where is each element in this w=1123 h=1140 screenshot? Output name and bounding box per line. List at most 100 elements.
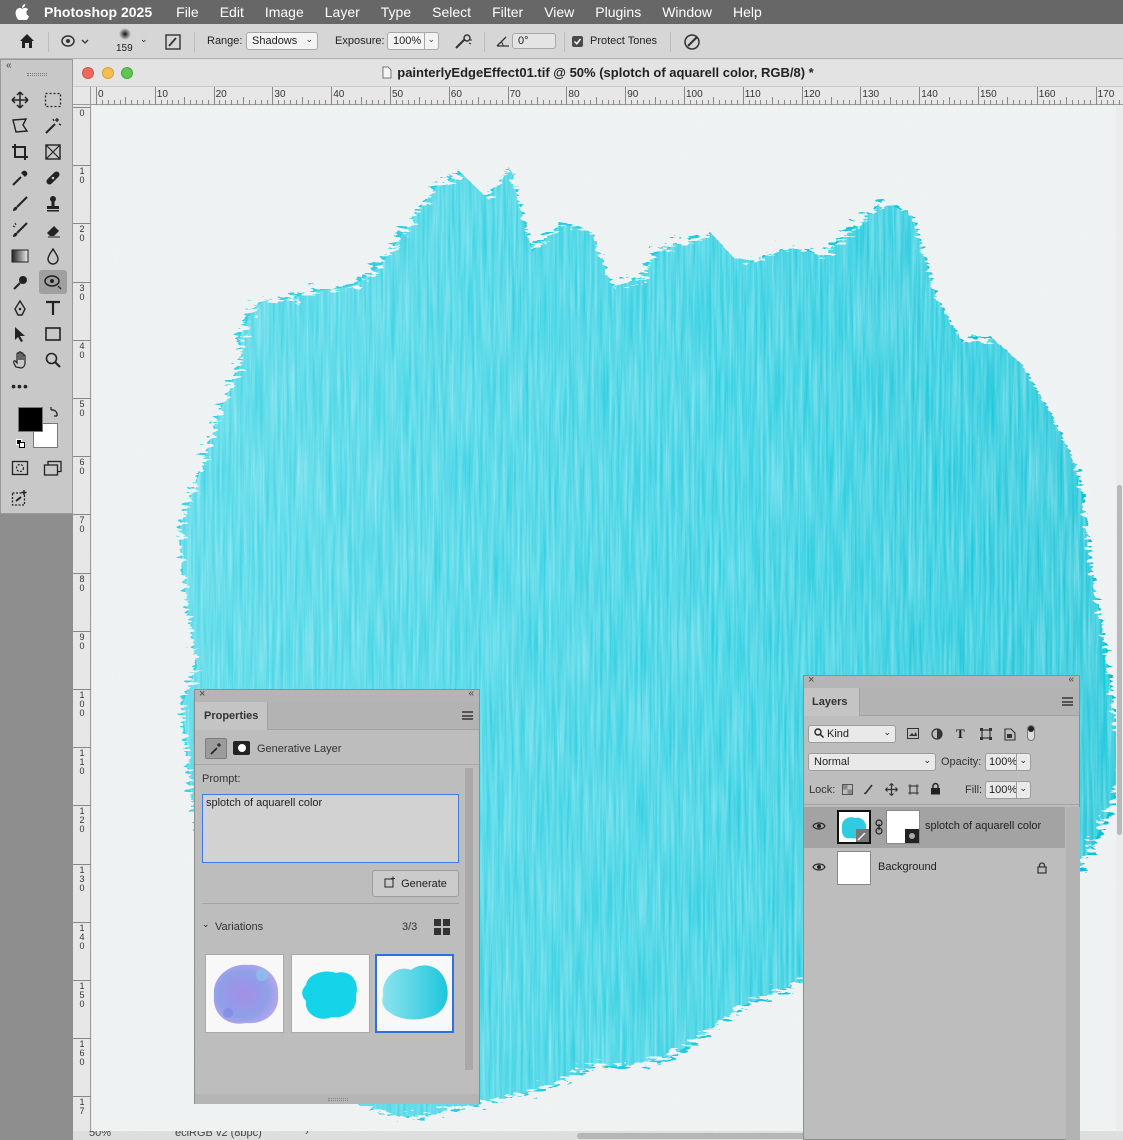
app-name-menu[interactable]: Photoshop 2025 [44,4,152,20]
smart-object-filter-icon[interactable] [1004,728,1016,744]
frame-tool-icon[interactable] [39,140,67,164]
close-panel-icon[interactable]: × [199,688,205,700]
generate-button[interactable]: Generate [372,870,459,897]
pressure-size-icon[interactable] [682,32,702,55]
menu-edit[interactable]: Edit [220,4,244,20]
menu-filter[interactable]: Filter [492,4,523,20]
airbrush-icon[interactable] [453,32,473,55]
panel-grip[interactable] [27,73,47,76]
shape-filter-icon[interactable] [980,728,992,743]
healing-brush-tool-icon[interactable] [39,166,67,190]
vertical-ruler[interactable]: 0 1 0 2 0 3 0 4 0 5 0 6 0 7 0 8 0 9 0 1 0 0 1 1 0 1 … [73,105,91,1131]
collapse-panel-icon[interactable]: « [1068,674,1074,685]
adjustment-filter-icon[interactable] [931,728,943,743]
screen-mode-icon[interactable] [39,456,67,480]
opacity-dropdown[interactable]: ⌄ [1016,753,1031,771]
protect-tones-checkbox[interactable] [572,36,583,47]
lock-all-icon[interactable] [930,782,941,798]
crop-tool-icon[interactable] [6,140,34,164]
move-tool-icon[interactable] [6,88,34,112]
generative-fill-icon[interactable] [6,486,34,510]
layer-mask-thumbnail[interactable] [886,810,920,844]
panel-menu-icon[interactable] [462,711,473,720]
layers-scrollbar[interactable] [1066,807,1080,1140]
horizontal-ruler[interactable]: 0 10 20 30 40 50 60 70 80 90 100 110 120 130 140 150 160… [91,87,1123,105]
menu-file[interactable]: File [176,4,199,20]
prompt-input[interactable]: splotch of aquarell color [202,794,459,863]
chevron-down-icon[interactable]: ⌄ [202,919,210,930]
collapse-panel-icon[interactable]: « [468,688,474,699]
more-tools-icon[interactable]: ••• [6,374,34,398]
rectangle-tool-icon[interactable] [39,322,67,346]
apple-logo-icon[interactable] [0,4,44,20]
brush-tool-icon[interactable] [6,192,34,216]
layer-thumbnail[interactable] [837,810,871,844]
path-selection-tool-icon[interactable] [6,322,34,346]
generative-layer-icon[interactable] [205,738,227,759]
variation-thumbnail-3[interactable] [375,954,454,1033]
eraser-tool-icon[interactable] [39,218,67,242]
visibility-eye-icon[interactable] [812,821,826,831]
vertical-scrollbar[interactable] [1116,105,1123,1131]
layer-mask-icon[interactable] [233,741,250,755]
type-filter-icon[interactable]: T [956,726,965,742]
panel-resize-grip[interactable] [195,1094,479,1104]
status-chevron-icon[interactable]: › [305,1131,309,1138]
angle-input[interactable]: 0° [512,33,556,49]
grid-view-icon[interactable] [434,919,450,938]
layer-thumbnail[interactable] [837,851,871,885]
layer-filter-select[interactable]: Kind ⌄ [808,725,896,743]
zoom-level[interactable]: 50% [89,1131,111,1139]
lock-pixels-icon[interactable] [863,783,875,798]
default-colors-icon[interactable] [16,439,25,448]
ruler-corner[interactable] [73,87,91,105]
pen-tool-icon[interactable] [6,296,34,320]
eyedropper-tool-icon[interactable] [6,166,34,190]
menu-view[interactable]: View [544,4,574,20]
chevron-down-icon[interactable]: ⌄ [140,34,148,45]
history-brush-tool-icon[interactable] [6,218,34,242]
marquee-tool-icon[interactable] [39,88,67,112]
panel-header[interactable]: × « [804,674,1079,688]
panel-header[interactable]: × « [195,688,479,702]
tab-properties[interactable]: Properties [195,702,269,730]
swap-colors-icon[interactable] [49,405,61,423]
variation-thumbnail-1[interactable] [205,954,284,1033]
horizontal-scroll-thumb[interactable] [577,1133,807,1139]
zoom-tool-icon[interactable] [39,348,67,372]
brush-settings-icon[interactable] [164,33,182,54]
exposure-dropdown[interactable]: ⌄ [424,32,439,50]
range-select[interactable]: Shadows ⌄ [246,32,318,50]
exposure-input[interactable]: 100% [387,32,425,50]
blend-mode-select[interactable]: Normal ⌄ [808,753,936,771]
magic-wand-tool-icon[interactable] [39,114,67,138]
tab-layers[interactable]: Layers [804,688,860,716]
panel-menu-icon[interactable] [1062,697,1073,706]
menu-type[interactable]: Type [381,4,411,20]
menu-select[interactable]: Select [432,4,471,20]
panel-collapse-icon[interactable]: « [6,60,12,71]
gradient-tool-icon[interactable] [6,244,34,268]
vertical-scroll-thumb[interactable] [1117,485,1122,835]
menu-layer[interactable]: Layer [325,4,360,20]
menu-plugins[interactable]: Plugins [595,4,641,20]
visibility-eye-icon[interactable] [812,862,826,872]
fill-input[interactable]: 100% [985,781,1017,799]
menu-window[interactable]: Window [662,4,712,20]
layer-row-background[interactable]: Background [804,848,1065,889]
filter-toggle-icon[interactable] [1027,725,1035,741]
lock-artboard-icon[interactable] [907,783,920,799]
blur-tool-icon[interactable] [39,244,67,268]
hand-tool-icon[interactable] [6,348,34,372]
layer-name[interactable]: Background [878,861,937,873]
type-tool-icon[interactable] [39,296,67,320]
lock-transparent-icon[interactable] [842,784,853,798]
quick-mask-icon[interactable] [6,456,34,480]
fill-dropdown[interactable]: ⌄ [1016,781,1031,799]
layer-name[interactable]: splotch of aquarell color [925,820,1041,832]
pixel-filter-icon[interactable] [907,728,919,742]
menu-help[interactable]: Help [733,4,762,20]
dodge-tool-preset-icon[interactable] [60,34,90,53]
opacity-input[interactable]: 100% [985,753,1017,771]
layer-row-splotch[interactable]: splotch of aquarell color [804,807,1065,848]
